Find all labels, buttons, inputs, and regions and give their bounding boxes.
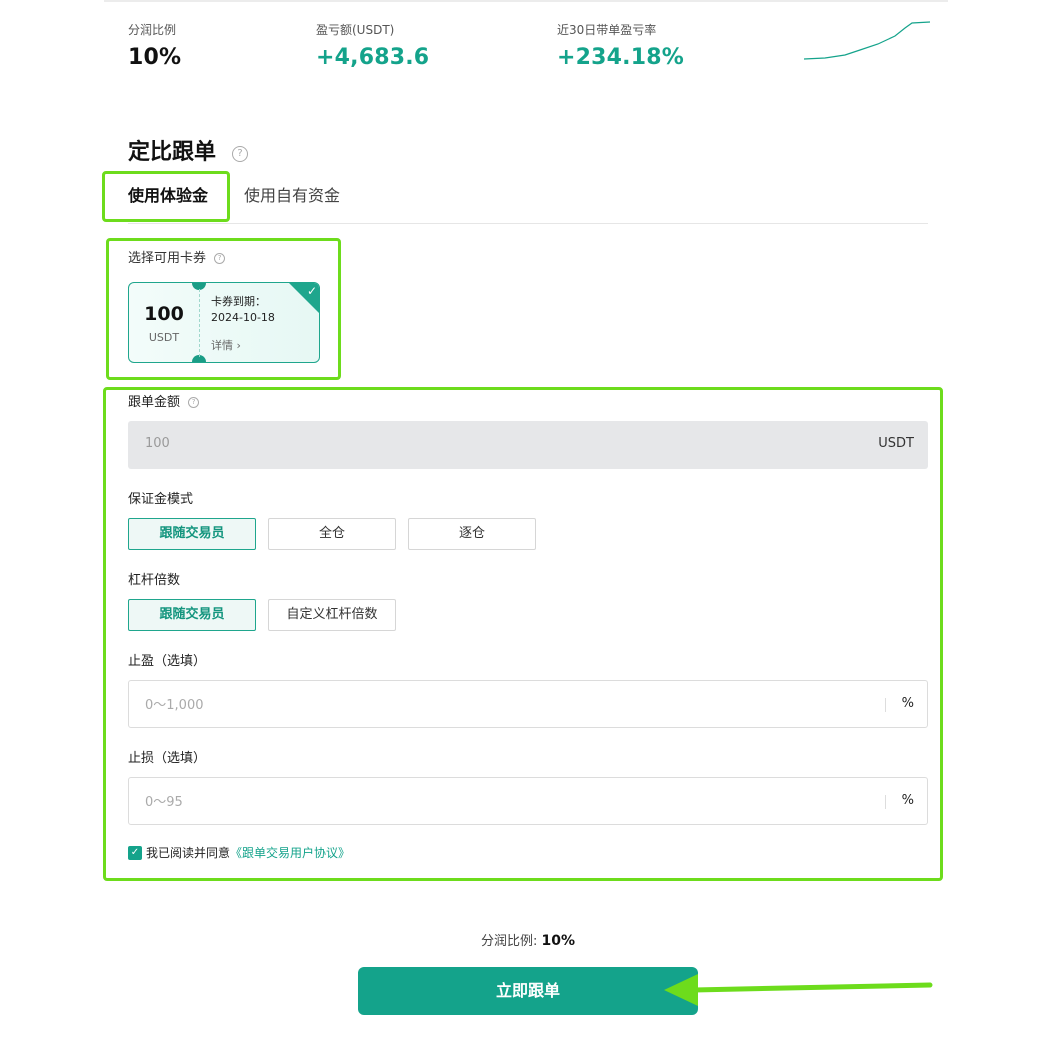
profit-share-value: 10% [541,933,576,949]
profit-share-summary: 分润比例: 10% [0,930,1048,949]
help-icon[interactable]: ? [214,253,226,264]
agreement-checkbox[interactable]: ✓ [128,846,142,860]
agreement-text: 我已阅读并同意 [146,846,231,860]
margin-option-cross[interactable]: 全仓 [268,518,396,550]
stat-label: 分润比例 [128,23,177,37]
margin-mode-label: 保证金模式 [128,492,194,507]
take-profit-input[interactable] [145,693,875,717]
percent-unit: % [901,696,914,711]
amount-unit: USDT [878,436,914,451]
stop-loss-label: 止损（选填） [128,751,207,766]
stat-value: +4,683.6 [316,45,430,70]
tab-own-fund[interactable]: 使用自有资金 [244,184,340,208]
coupon-label-text: 选择可用卡券 [128,251,207,266]
take-profit-field: % [128,680,928,728]
leverage-option-custom[interactable]: 自定义杠杆倍数 [268,599,396,631]
profit-share-label: 分润比例: [480,934,538,949]
coupon-amount: 100 [144,303,184,325]
amount-value: 100 [145,436,170,451]
coupon-unit: USDT [148,331,180,344]
help-icon[interactable]: ? [232,146,248,162]
page-title: 定比跟单 ? [128,138,248,168]
check-icon: ✓ [306,284,317,298]
agreement-row: ✓ 我已阅读并同意 《跟单交易用户协议》 [128,845,350,861]
coupon-card[interactable]: 100 USDT 卡券到期： 2024-10-18 详情 › ✓ [128,282,320,363]
stop-loss-field: % [128,777,928,825]
stat-30d-pnl-rate: 近30日带单盈亏率 +234.18% [557,22,684,72]
stat-value: +234.18% [557,45,684,70]
stat-value: 10% [128,45,182,70]
help-icon[interactable]: ? [188,397,200,408]
amount-label-text: 跟单金额 [128,395,181,410]
tab-divider [128,223,928,224]
pnl-sparkline [803,21,930,60]
coupon-detail-link[interactable]: 详情 › [211,337,241,353]
margin-option-follow-trader[interactable]: 跟随交易员 [128,518,256,550]
agreement-link[interactable]: 《跟单交易用户协议》 [230,845,350,861]
top-divider [104,0,948,2]
stat-profit-share: 分润比例 10% [128,22,181,72]
margin-option-isolated[interactable]: 逐仓 [408,518,536,550]
tab-trial-fund[interactable]: 使用体验金 [128,184,208,208]
stat-label: 盈亏额(USDT) [316,23,395,37]
take-profit-label: 止盈（选填） [128,654,207,669]
amount-label: 跟单金额 ? [128,394,200,412]
percent-unit: % [901,793,914,808]
coupon-expiry-label: 卡券到期： [211,295,266,308]
leverage-label: 杠杆倍数 [128,573,181,588]
stat-pnl: 盈亏额(USDT) +4,683.6 [316,22,429,72]
coupon-divider [199,289,200,357]
field-separator [885,698,886,712]
amount-field: 100 USDT [128,421,928,469]
field-separator [885,795,886,809]
leverage-option-follow-trader[interactable]: 跟随交易员 [128,599,256,631]
coupon-expiry-date: 2024-10-18 [211,311,275,324]
annotation-arrow [664,974,933,1006]
coupon-label: 选择可用卡券 ? [128,250,226,268]
page-title-text: 定比跟单 [128,140,217,165]
follow-now-button[interactable]: 立即跟单 [358,967,698,1015]
stat-label: 近30日带单盈亏率 [557,23,657,37]
stop-loss-input[interactable] [145,790,875,814]
